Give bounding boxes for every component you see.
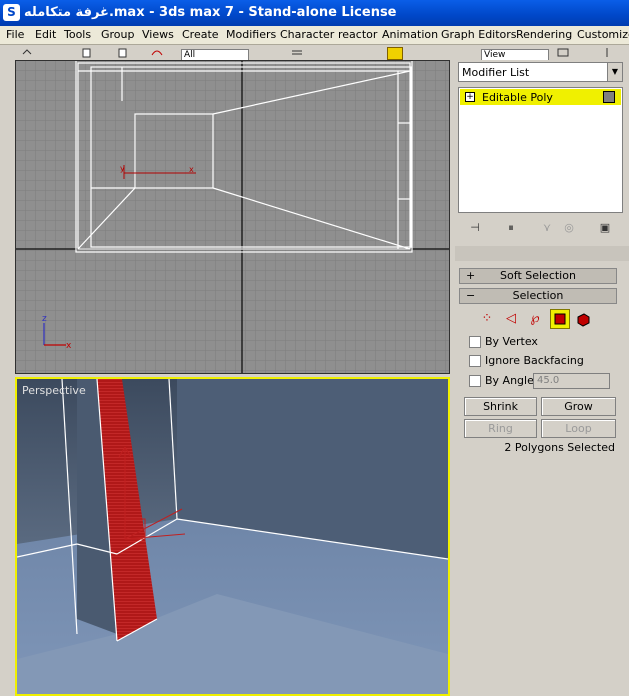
title-bar: S غرفة متكامله.max - 3ds max 7 - Stand-a… xyxy=(0,0,629,26)
expand-rollout-icon: + xyxy=(466,269,476,282)
border-mode-icon[interactable]: ℘ xyxy=(527,311,543,327)
collapse-rollout-icon: − xyxy=(466,289,476,302)
perspective-canvas xyxy=(17,379,448,694)
axis-label-x: x xyxy=(66,341,72,351)
selection-rollout-header[interactable]: − Selection xyxy=(459,288,617,304)
configure-sets-icon[interactable]: ▣ xyxy=(598,221,612,235)
app-icon[interactable]: S xyxy=(3,4,20,21)
menu-character[interactable]: Character xyxy=(280,28,334,41)
ring-button[interactable]: Ring xyxy=(464,419,537,438)
remove-modifier-icon[interactable]: ◎ xyxy=(562,221,576,235)
menu-views[interactable]: Views xyxy=(142,28,174,41)
polygon-mode-icon[interactable] xyxy=(550,309,570,329)
selection-filter-combo[interactable]: All xyxy=(181,49,249,60)
select-link-icon[interactable] xyxy=(80,47,94,58)
loop-button[interactable]: Loop xyxy=(541,419,616,438)
stack-toolbar: ⊣ ⏸ ⋎ ◎ ▣ xyxy=(458,218,621,238)
pivot-icon[interactable] xyxy=(556,47,570,58)
undo-icon[interactable] xyxy=(20,47,34,58)
by-angle-label: By Angle: xyxy=(485,374,538,387)
edge-mode-icon[interactable]: ◁ xyxy=(503,311,519,327)
menu-reactor[interactable]: reactor xyxy=(338,28,377,41)
shrink-button[interactable]: Shrink xyxy=(464,397,537,416)
soft-selection-label: Soft Selection xyxy=(500,269,576,282)
reference-coord-combo[interactable]: View xyxy=(481,49,549,60)
top-viewport-canvas: y x z x xyxy=(16,61,449,373)
by-vertex-label: By Vertex xyxy=(485,335,538,348)
menu-create[interactable]: Create xyxy=(182,28,219,41)
menu-modifiers[interactable]: Modifiers xyxy=(226,28,276,41)
menu-animation[interactable]: Animation xyxy=(382,28,438,41)
menu-edit[interactable]: Edit xyxy=(35,28,56,41)
viewport-top[interactable]: y x z x xyxy=(15,60,450,374)
stack-color-icon xyxy=(603,91,615,103)
select-by-name-icon[interactable] xyxy=(290,47,304,58)
left-strip xyxy=(0,60,11,694)
menu-file[interactable]: File xyxy=(6,28,24,41)
menu-customize[interactable]: Customize xyxy=(577,28,629,41)
selection-status: 2 Polygons Selected xyxy=(504,441,615,454)
unlink-icon[interactable] xyxy=(116,47,130,58)
mirror-icon[interactable] xyxy=(600,47,614,58)
axis-label-z: z xyxy=(42,314,47,324)
chevron-down-icon[interactable]: ▼ xyxy=(607,63,622,81)
by-vertex-checkbox[interactable] xyxy=(469,336,481,348)
show-end-result-icon[interactable]: ⏸ xyxy=(504,221,518,235)
by-angle-checkbox[interactable] xyxy=(469,375,481,387)
vertex-mode-icon[interactable]: ⁘ xyxy=(479,311,495,327)
perspective-viewport-label[interactable]: Perspective xyxy=(22,384,86,397)
menu-graph-editors[interactable]: Graph Editors xyxy=(441,28,517,41)
stack-item-label: Editable Poly xyxy=(482,91,553,104)
window-title: غرفة متكامله.max - 3ds max 7 - Stand-alo… xyxy=(24,5,397,20)
panel-divider xyxy=(455,246,629,261)
menu-tools[interactable]: Tools xyxy=(64,28,91,41)
svg-text:y: y xyxy=(120,164,125,173)
viewport-perspective[interactable]: Perspective xyxy=(15,377,450,696)
modifier-list-label: Modifier List xyxy=(462,66,530,79)
angle-spinner[interactable]: 45.0 xyxy=(533,373,610,389)
ignore-backfacing-label: Ignore Backfacing xyxy=(485,354,584,367)
top-axis-x-gizmo-label: x xyxy=(189,165,194,174)
expand-icon[interactable]: + xyxy=(465,92,475,102)
modifier-list-dropdown[interactable]: Modifier List ▼ xyxy=(458,62,623,82)
menu-rendering[interactable]: Rendering xyxy=(516,28,572,41)
element-mode-icon[interactable] xyxy=(575,311,591,327)
command-panel: Modifier List ▼ + Editable Poly ⊣ ⏸ ⋎ ◎ … xyxy=(455,60,629,694)
grow-button[interactable]: Grow xyxy=(541,397,616,416)
main-toolbar: All View xyxy=(0,45,629,60)
soft-selection-rollout-header[interactable]: + Soft Selection xyxy=(459,268,617,284)
modifier-stack[interactable]: + Editable Poly xyxy=(458,87,623,213)
pin-stack-icon[interactable]: ⊣ xyxy=(468,221,482,235)
bind-spacewarp-icon[interactable] xyxy=(150,47,164,58)
ignore-backfacing-checkbox[interactable] xyxy=(469,355,481,367)
select-move-icon[interactable] xyxy=(387,47,403,60)
stack-item-editable-poly[interactable]: + Editable Poly xyxy=(460,89,621,105)
selection-label: Selection xyxy=(512,289,564,302)
menu-group[interactable]: Group xyxy=(101,28,135,41)
menu-bar: File Edit Tools Group Views Create Modif… xyxy=(0,26,629,45)
make-unique-icon[interactable]: ⋎ xyxy=(540,221,554,235)
